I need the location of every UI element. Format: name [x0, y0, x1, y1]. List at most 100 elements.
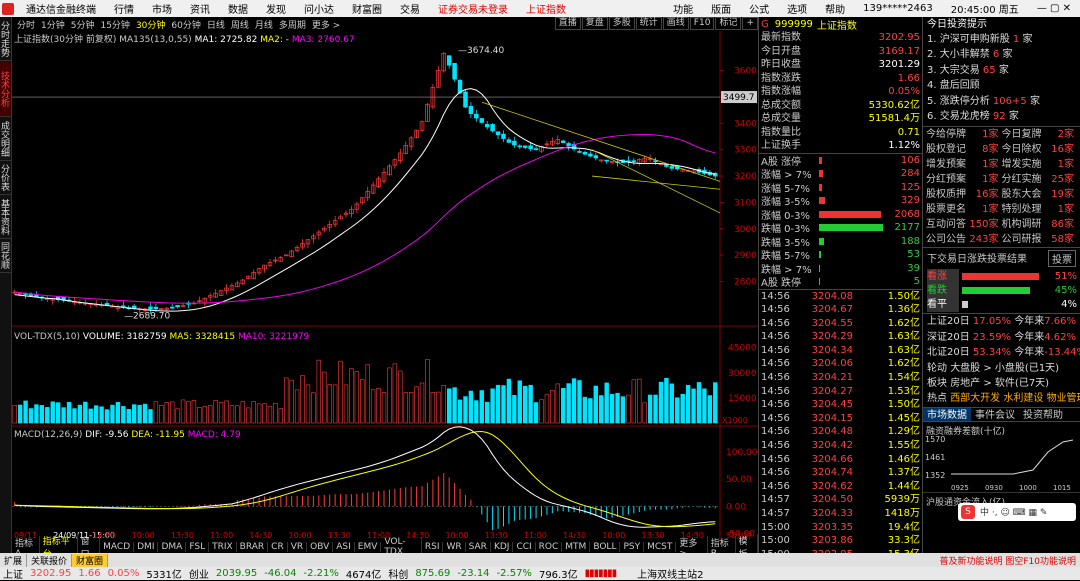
tip-item[interactable]: 1. 沪深可申购新股 1 家	[923, 32, 1080, 47]
subtab-related[interactable]: 关联报价	[27, 554, 72, 567]
ime-toolbar[interactable]: S 中 ·, ☺ ⌨ ▦ ✎	[958, 503, 1076, 521]
event-cell[interactable]: 公司公告243家	[926, 232, 1002, 247]
user-id[interactable]: 139*****2463	[863, 3, 933, 14]
event-cell[interactable]: 特别处理1家	[1002, 202, 1078, 217]
menu-formula[interactable]: 公式	[749, 1, 769, 16]
tick-list[interactable]: 14:563204.081.50亿14:563204.671.36亿14:563…	[759, 289, 922, 562]
status-notice[interactable]: 普及新功能说明 图空F10功能说明	[936, 554, 1080, 567]
ind-cr[interactable]: CR	[268, 542, 288, 552]
tab-timeshare[interactable]: 分时	[14, 18, 38, 31]
menu-item-data[interactable]: 数据	[228, 1, 248, 16]
hot-3[interactable]: 物业管理	[1047, 393, 1080, 404]
ind-macd[interactable]: MACD	[100, 542, 134, 552]
tab-1min[interactable]: 1分钟	[38, 18, 68, 31]
btn-draw[interactable]: 画线	[663, 17, 689, 30]
sidebar-tech[interactable]: 技术分析	[0, 61, 11, 117]
menu-item-quote[interactable]: 行情	[114, 1, 134, 16]
event-cell[interactable]: 今给停牌1家	[926, 127, 1002, 142]
btn-replay[interactable]: 复盘	[582, 17, 608, 30]
event-cell[interactable]: 今日复牌2家	[1002, 127, 1078, 142]
tip-item[interactable]: 4. 盘后回顾	[923, 78, 1080, 93]
menu-layout[interactable]: 版面	[711, 1, 731, 16]
menu-item-wealth[interactable]: 财富圈	[352, 1, 382, 16]
tab-15min[interactable]: 15分钟	[97, 18, 132, 31]
event-cell[interactable]: 股票更名1家	[926, 202, 1002, 217]
tab-5min[interactable]: 5分钟	[68, 18, 98, 31]
subtab-expand[interactable]: 扩展	[0, 554, 27, 567]
login-notice[interactable]: 证券交易未登录	[438, 1, 508, 16]
tab-60min[interactable]: 60分钟	[168, 18, 203, 31]
hot-1[interactable]: 西部大开发	[950, 393, 1000, 404]
ind-sar[interactable]: SAR	[466, 542, 491, 552]
chart-canvas[interactable]: 3600350034003300320031003000290028003499…	[12, 31, 758, 541]
btn-f10[interactable]: F10	[690, 17, 715, 30]
ind-asi[interactable]: ASI	[333, 542, 355, 552]
sh-label[interactable]: 上证	[3, 566, 23, 581]
cy-label[interactable]: 创业	[189, 566, 209, 581]
tab-30min[interactable]: 30分钟	[133, 18, 168, 31]
ind-wr[interactable]: WR	[443, 542, 465, 552]
kline-chart[interactable]: 3600350034003300320031003000290028003499…	[12, 31, 758, 541]
ind-psy[interactable]: PSY	[620, 542, 644, 552]
ind-emv[interactable]: EMV	[355, 542, 382, 552]
tab-events[interactable]: 事件会议	[971, 408, 1019, 421]
tab-multi[interactable]: 多周期	[276, 18, 309, 31]
event-cell[interactable]: 股权质押16家	[926, 187, 1002, 202]
ind-fsl[interactable]: FSL	[186, 542, 209, 552]
btn-add[interactable]: +	[742, 17, 758, 30]
menu-options[interactable]: 选项	[787, 1, 807, 16]
event-cell[interactable]: 增发预案1家	[926, 157, 1002, 172]
menu-item-market[interactable]: 市场	[152, 1, 172, 16]
btn-multi-stock[interactable]: 多股	[609, 17, 635, 30]
tab-day[interactable]: 日线	[204, 18, 228, 31]
ind-obv[interactable]: OBV	[307, 542, 333, 552]
server-label[interactable]: 上海双线主站2	[637, 566, 703, 581]
menu-item-discover[interactable]: 发现	[266, 1, 286, 16]
tab-more[interactable]: 更多 >	[309, 18, 343, 31]
ind-trix[interactable]: TRIX	[209, 542, 237, 552]
sidebar-basic[interactable]: 基本资料	[0, 195, 11, 239]
menu-help[interactable]: 帮助	[825, 1, 845, 16]
ind-mtm[interactable]: MTM	[562, 542, 590, 552]
tip-item[interactable]: 3. 大宗交易 65 家	[923, 63, 1080, 78]
event-cell[interactable]: 互动问答150家	[926, 217, 1002, 232]
event-cell[interactable]: 股权登记8家	[926, 142, 1002, 157]
sidebar-detail[interactable]: 成交明细	[0, 117, 11, 161]
ind-mcst[interactable]: MCST	[644, 542, 676, 552]
ind-boll[interactable]: BOLL	[590, 542, 620, 552]
event-cell[interactable]: 增发实施1家	[1002, 157, 1078, 172]
btn-stats[interactable]: 统计	[636, 17, 662, 30]
tab-month[interactable]: 月线	[252, 18, 276, 31]
menu-item-news[interactable]: 资讯	[190, 1, 210, 16]
btn-mark[interactable]: 标记	[715, 17, 741, 30]
sidebar-ths[interactable]: 同花顺	[0, 239, 11, 273]
menu-item-ask[interactable]: 问小达	[304, 1, 334, 16]
ind-dmi[interactable]: DMI	[134, 542, 158, 552]
tab-help[interactable]: 投资帮助	[1019, 408, 1067, 421]
event-cell[interactable]: 公司研报58家	[1002, 232, 1078, 247]
tab-market-data[interactable]: 市场数据	[923, 408, 971, 421]
tip-item[interactable]: 5. 涨跌停分析 106+5 家	[923, 94, 1080, 109]
tab-week[interactable]: 周线	[228, 18, 252, 31]
tip-item[interactable]: 6. 交易龙虎榜 92 家	[923, 109, 1080, 124]
sidebar-price[interactable]: 分价表	[0, 161, 11, 195]
ind-brar[interactable]: BRAR	[237, 542, 268, 552]
ind-cci[interactable]: CCI	[513, 542, 535, 552]
event-cell[interactable]: 今日除权16家	[1002, 142, 1078, 157]
ind-dma[interactable]: DMA	[158, 542, 186, 552]
event-cell[interactable]: 股东大会19家	[1002, 187, 1078, 202]
window-controls-icon[interactable]: — ▢ ✕	[1037, 3, 1071, 14]
ind-kdj[interactable]: KDJ	[491, 542, 514, 552]
ind-rsi[interactable]: RSI	[422, 542, 444, 552]
tip-item[interactable]: 2. 大小非解禁 6 家	[923, 47, 1080, 62]
menu-item-trade[interactable]: 交易	[400, 1, 420, 16]
menu-function[interactable]: 功能	[673, 1, 693, 16]
event-cell[interactable]: 分红实施25家	[1002, 172, 1078, 187]
index-notice[interactable]: 上证指数	[526, 1, 566, 16]
ind-vr[interactable]: VR	[288, 542, 307, 552]
vote-button[interactable]: 投票	[1048, 250, 1076, 267]
kc-label[interactable]: 科创	[388, 566, 408, 581]
subtab-wealth[interactable]: 财富圈	[72, 554, 108, 567]
sidebar-timeshare[interactable]: 分时走势	[0, 17, 11, 61]
event-cell[interactable]: 机构调研86家	[1002, 217, 1078, 232]
